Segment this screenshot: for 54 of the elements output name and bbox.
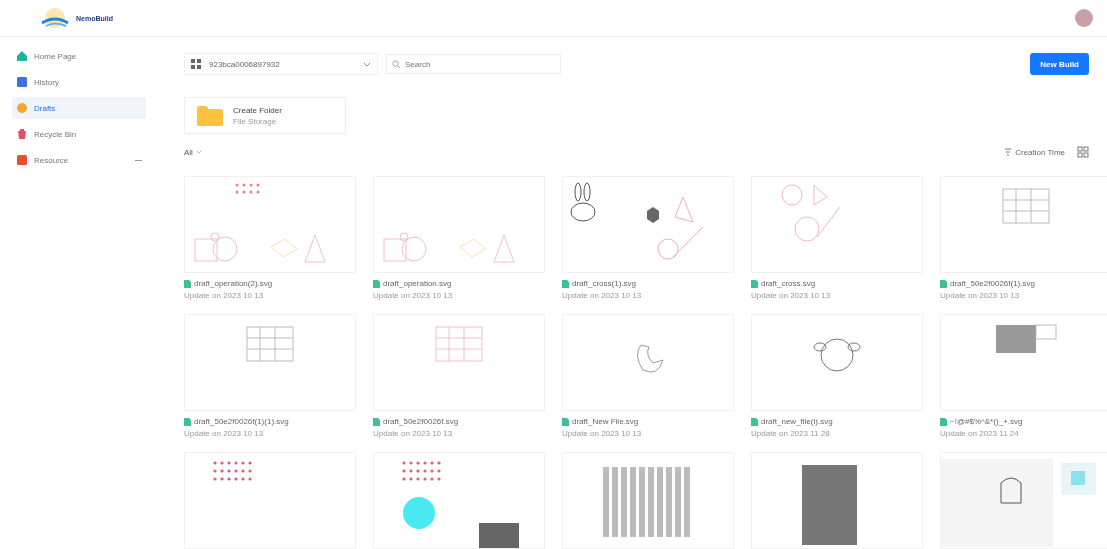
trash-icon — [16, 128, 28, 140]
grid-icon — [191, 59, 201, 69]
sidebar-item[interactable]: History — [12, 71, 146, 93]
update-date: Update on 2023 10 13 — [562, 429, 643, 438]
file-icon — [751, 417, 758, 426]
file-icon — [373, 279, 380, 288]
avatar[interactable] — [1075, 9, 1093, 27]
file-icon — [562, 417, 569, 426]
circle-icon — [16, 102, 28, 114]
search-icon — [392, 60, 401, 69]
folder-subtitle: File Storage — [233, 116, 278, 126]
sort-button[interactable]: Creation Time — [1004, 147, 1065, 157]
file-icon — [184, 417, 191, 426]
file-icon — [751, 279, 758, 288]
file-name[interactable]: draft_New File.svg — [562, 417, 734, 426]
update-date: Update on 2023 10 13 — [373, 429, 454, 438]
search-field[interactable]: Search — [386, 54, 561, 74]
folder-title: Create Folder — [233, 105, 282, 115]
square-icon — [16, 154, 28, 166]
sort-icon — [1004, 148, 1013, 157]
file-icon — [184, 279, 191, 288]
file-name[interactable]: draft_cross.svg — [751, 279, 923, 288]
filter-dropdown[interactable]: All — [184, 147, 202, 157]
file-name[interactable]: draft_operation.svg — [373, 279, 545, 288]
chevron-down-icon — [195, 150, 202, 155]
update-date: Update on 2023 11 28 — [751, 429, 831, 438]
update-date: Update on 2023 10 13 — [940, 291, 1021, 300]
file-name[interactable]: draft_new_file(i).svg — [751, 417, 923, 426]
layout-icon[interactable] — [1077, 146, 1089, 159]
sidebar-item[interactable]: Resource — [12, 149, 146, 171]
file-icon — [562, 279, 569, 288]
sidebar-item[interactable]: Home Page — [12, 45, 146, 67]
chevron-down-icon — [363, 61, 371, 67]
file-name[interactable]: draft_50e2f0026f(1).svg — [940, 279, 1107, 288]
update-date: Update on 2023 10 13 — [373, 291, 454, 300]
sidebar-item[interactable]: Recycle Bin — [12, 123, 146, 145]
update-date: Update on 2023 10 13 — [751, 291, 832, 300]
file-name[interactable]: draft_50e2f0026f.svg — [373, 417, 545, 426]
new-build-button[interactable]: New Build — [1030, 53, 1089, 75]
file-icon — [940, 279, 947, 288]
house-icon — [16, 50, 28, 62]
update-date: Update on 2023 11 24 — [940, 429, 1020, 438]
file-name[interactable]: draft_cross(1).svg — [562, 279, 734, 288]
create-folder-card[interactable]: Create Folder File Storage — [184, 97, 346, 135]
sidebar-item[interactable]: Drafts — [12, 97, 146, 119]
update-date: Update on 2023 10 13 — [184, 291, 265, 300]
file-name[interactable]: draft_operation(2).svg — [184, 279, 356, 288]
file-icon — [373, 417, 380, 426]
file-name[interactable]: ~!@#$%^&*()_+.svg — [940, 417, 1107, 426]
file-icon — [940, 417, 947, 426]
file-name[interactable]: draft_50e2f0026f(1)(1).svg — [184, 417, 356, 426]
update-date: Update on 2023 10 13 — [184, 429, 265, 438]
workspace-select[interactable]: 923bca0006897932 — [184, 53, 378, 75]
update-date: Update on 2023 10 13 — [562, 291, 643, 300]
